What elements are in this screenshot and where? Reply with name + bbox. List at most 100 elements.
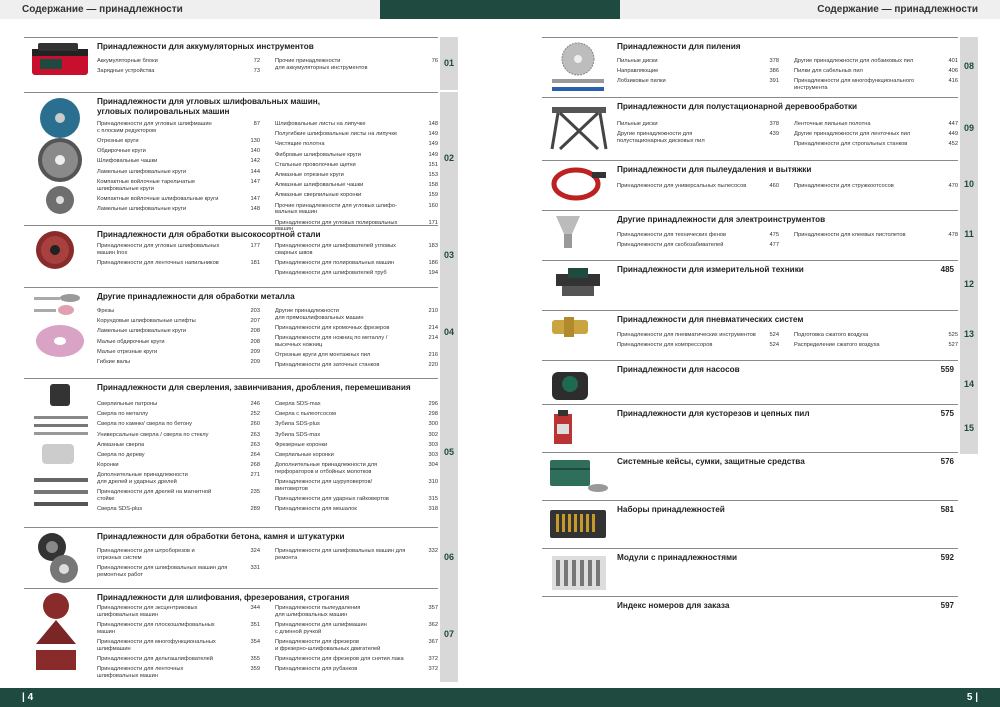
item-page: 177 [250,243,261,249]
item-page: 289 [250,506,261,513]
item-page: 153 [428,172,439,178]
item-label: Принадлежности для фрезеров и фрезерно-ш… [275,639,381,652]
item-label: Принадлежности для дельташлифователей [97,656,213,662]
section-number: 15 [963,423,974,433]
item-label: Ламельные шлифовальные круги [97,328,186,335]
item-label: Фрезы [97,308,115,314]
item-page: 181 [250,260,261,266]
item-page: 142 [250,158,261,165]
item-page: 268 [250,462,261,469]
sanding-sheets-image [30,592,84,679]
item-page: 235 [250,489,261,496]
item-page: 318 [428,506,439,513]
item-page: 263 [250,441,261,448]
item-page: 525 [948,332,959,338]
left-page: Содержание — принадлежности 01 Принадлежн… [0,0,500,707]
item-page: 158 [428,182,439,189]
flap-disc-image [30,229,80,276]
item-page: 149 [428,141,439,148]
item-label: Сверла SDS-max [275,401,321,407]
section-number: 11 [964,229,974,239]
item-page: 246 [250,401,261,407]
section-divider [24,588,438,589]
item-page: 260 [250,421,261,428]
item-label: Сверла по дереву [97,452,145,458]
pump-image [548,364,594,409]
item-label: Зарядные устройства [97,68,155,75]
item-page: 148 [250,206,261,212]
item-page: 324 [250,548,261,554]
item-page: 524 [769,342,780,349]
item-page: 220 [428,362,439,369]
section-title: Другие принадлежности для обработки мета… [97,292,295,301]
item-label: Принадлежности для кромочных фрезеров [275,325,390,331]
item-label: Принадлежности для шлифмашин с длинной р… [275,622,367,635]
item-label: Подготовка сжатого воздуха [794,332,869,338]
item-label: Стальные проволочные щетки [275,161,356,168]
item-label: Принадлежности для дрелей на магнитной с… [97,489,212,503]
item-page: 130 [250,138,261,144]
item-page: 298 [428,411,439,418]
section-number: 03 [443,250,454,260]
section-divider [542,310,958,311]
page-number: | 4 [22,692,34,703]
item-label: Фрезерные коронки [275,441,328,448]
item-page: 447 [948,121,959,127]
workbench-stand-image [548,101,610,158]
page-number: 5 | [966,692,978,703]
section-number: 12 [963,279,974,289]
item-label: Корундовые шлифовальные штифты [97,318,196,325]
item-page: 302 [428,431,439,438]
page-header-title: Содержание — принадлежности [22,4,183,15]
header-accent [500,0,620,19]
item-label: Принадлежности для рубанков [275,666,358,673]
item-label: Сверла по камню/ сверла по бетону [97,421,193,428]
bit-set-image [548,504,610,549]
item-page: 460 [769,183,780,189]
item-page: 452 [948,141,959,148]
item-page: 160 [428,202,439,209]
item-label: Прочие принадлежности для угловых шлифо-… [275,202,397,216]
item-page: 144 [250,168,261,175]
section-number: 06 [443,551,454,562]
battery-pack-image [30,41,92,84]
grinding-disc-image [30,96,90,221]
section-number: 05 [443,446,454,457]
concrete-grinder-image [30,531,86,590]
item-label: Шлифовальные листы на липучке [275,121,366,127]
item-page: 263 [250,431,261,438]
item-page: 351 [250,622,261,628]
item-label: Принадлежности для мешалок [275,506,357,513]
item-label: Принадлежности для универсальных пылесос… [617,183,747,189]
item-label: Прочие принадлежности для аккумуляторных… [275,58,368,71]
item-page: 209 [250,348,261,355]
item-page: 183 [428,243,439,249]
item-label: Алмазные сверла [97,441,145,448]
item-page: 207 [250,318,261,325]
saw-blade-image [548,41,610,102]
item-page: 378 [769,121,780,127]
section-page: 485 [940,265,954,274]
section-divider [24,37,438,38]
item-label: Сверлильные коронки [275,452,334,458]
section-title: Принадлежности для угловых шлифовальных … [97,97,320,116]
section-title: Принадлежности для обработки бетона, кам… [97,532,345,541]
item-label: Принадлежности для ножниц по металлу / в… [275,335,388,348]
item-page: 372 [428,656,439,662]
item-page: 304 [428,462,439,469]
section-number: 04 [443,326,454,337]
item-page: 208 [250,328,261,335]
section-title: Принадлежности для пиления [617,42,741,51]
item-label: Принадлежности для многофункционального … [794,78,915,92]
item-page: 147 [250,195,261,202]
item-page: 194 [428,270,439,277]
item-page: 344 [250,605,261,611]
right-page: Содержание — принадлежности 08 Принадлежн… [500,0,1000,707]
item-label: Принадлежности для ленточных напильников [97,260,219,266]
item-page: 147 [250,178,261,185]
item-page: 386 [769,68,780,75]
item-page: 149 [428,151,439,158]
item-page: 214 [428,325,439,331]
item-label: Компактные войлочные шлифовальные круги [97,195,219,202]
item-page: 362 [428,622,439,628]
